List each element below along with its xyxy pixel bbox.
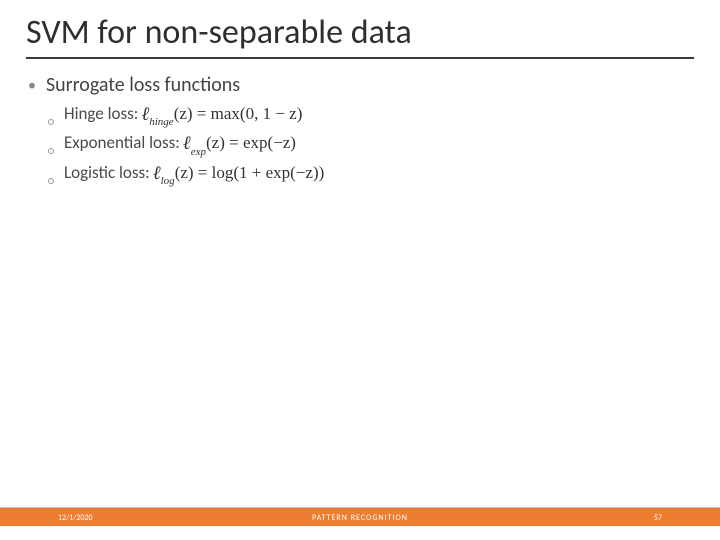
main-bullet-text: Surrogate loss functions	[46, 73, 240, 97]
ell-symbol: ℓ	[183, 133, 191, 154]
ring-bullet-icon	[48, 148, 54, 154]
formula-body: (z) = max(0, 1 − z)	[174, 104, 303, 123]
ring-bullet-icon	[48, 119, 54, 125]
footer-center-text: PATTERN RECOGNITION	[0, 513, 720, 523]
formula-hinge: ℓhinge(z) = max(0, 1 − z)	[141, 103, 302, 126]
content-area: • Surrogate loss functions Hinge loss: ℓ…	[26, 73, 694, 185]
slide-title: SVM for non-separable data	[26, 12, 694, 53]
sub-bullets-list: Hinge loss: ℓhinge(z) = max(0, 1 − z) Ex…	[28, 103, 694, 185]
sub-bullet-label: Hinge loss:	[64, 103, 138, 124]
ring-bullet-icon	[48, 178, 54, 184]
bullet-dot-icon: •	[28, 76, 36, 95]
formula-body: (z) = exp(−z)	[206, 133, 296, 152]
formula-exp: ℓexp(z) = exp(−z)	[183, 132, 296, 155]
sub-bullet-log: Logistic loss: ℓlog(z) = log(1 + exp(−z)…	[48, 162, 694, 185]
sub-bullet-hinge: Hinge loss: ℓhinge(z) = max(0, 1 − z)	[48, 103, 694, 126]
sub-bullet-exp: Exponential loss: ℓexp(z) = exp(−z)	[48, 132, 694, 155]
sub-bullet-label: Exponential loss:	[64, 132, 180, 153]
footer-bottom-space	[0, 526, 720, 540]
footer-page-number: 57	[654, 513, 662, 523]
title-underline	[26, 57, 694, 59]
main-bullet: • Surrogate loss functions	[28, 73, 694, 97]
formula-subscript: log	[161, 175, 175, 187]
formula-subscript: hinge	[149, 116, 173, 128]
formula-subscript: exp	[191, 146, 206, 158]
formula-body: (z) = log(1 + exp(−z))	[175, 163, 325, 182]
slide-container: SVM for non-separable data • Surrogate l…	[0, 0, 720, 540]
sub-bullet-label: Logistic loss:	[64, 162, 150, 183]
formula-log: ℓlog(z) = log(1 + exp(−z))	[153, 162, 325, 185]
ell-symbol: ℓ	[153, 163, 161, 184]
